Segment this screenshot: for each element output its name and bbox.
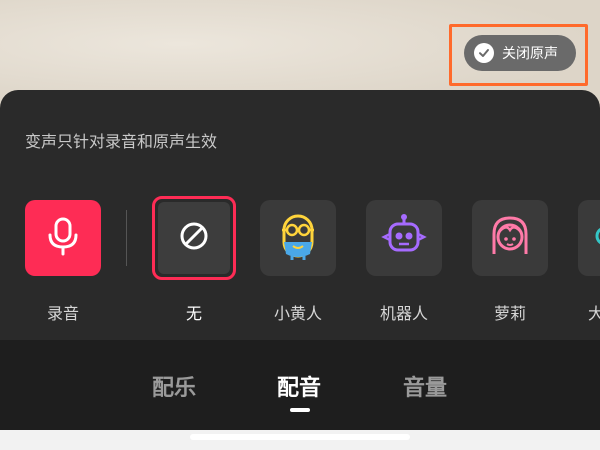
effect-more-button[interactable] xyxy=(578,200,600,276)
close-original-sound-button[interactable]: 关闭原声 xyxy=(464,35,576,71)
home-indicator[interactable] xyxy=(190,434,410,440)
divider xyxy=(126,210,127,266)
minion-icon xyxy=(274,210,322,266)
close-original-sound-label: 关闭原声 xyxy=(502,46,558,62)
more-effect-icon xyxy=(587,216,600,260)
tab-volume[interactable]: 音量 xyxy=(403,370,447,402)
no-effect-icon xyxy=(178,220,210,256)
effect-label-none: 无 xyxy=(185,304,202,323)
bottom-tabs: 配乐 配音 音量 xyxy=(0,370,600,410)
effect-label-robot: 机器人 xyxy=(379,304,428,323)
tab-voiceover[interactable]: 配音 xyxy=(277,370,321,402)
effect-minion-button[interactable] xyxy=(260,200,336,276)
girl-icon xyxy=(486,212,534,264)
effect-label-more: 大 xyxy=(588,304,600,323)
microphone-icon xyxy=(45,216,81,260)
check-circle-icon xyxy=(474,43,494,63)
effect-none-button[interactable] xyxy=(152,196,236,280)
effect-robot-button[interactable] xyxy=(366,200,442,276)
bottom-safe-area xyxy=(0,430,600,450)
robot-icon xyxy=(380,212,428,264)
active-tab-indicator xyxy=(290,408,310,412)
effect-girl-button[interactable] xyxy=(472,200,548,276)
record-button[interactable] xyxy=(25,200,101,276)
effect-label-minion: 小黄人 xyxy=(273,304,322,323)
voice-effect-hint: 变声只针对录音和原声生效 xyxy=(25,132,218,151)
effect-label-record: 录音 xyxy=(46,304,79,323)
tab-music[interactable]: 配乐 xyxy=(152,370,196,402)
effect-label-girl: 萝莉 xyxy=(493,304,526,323)
